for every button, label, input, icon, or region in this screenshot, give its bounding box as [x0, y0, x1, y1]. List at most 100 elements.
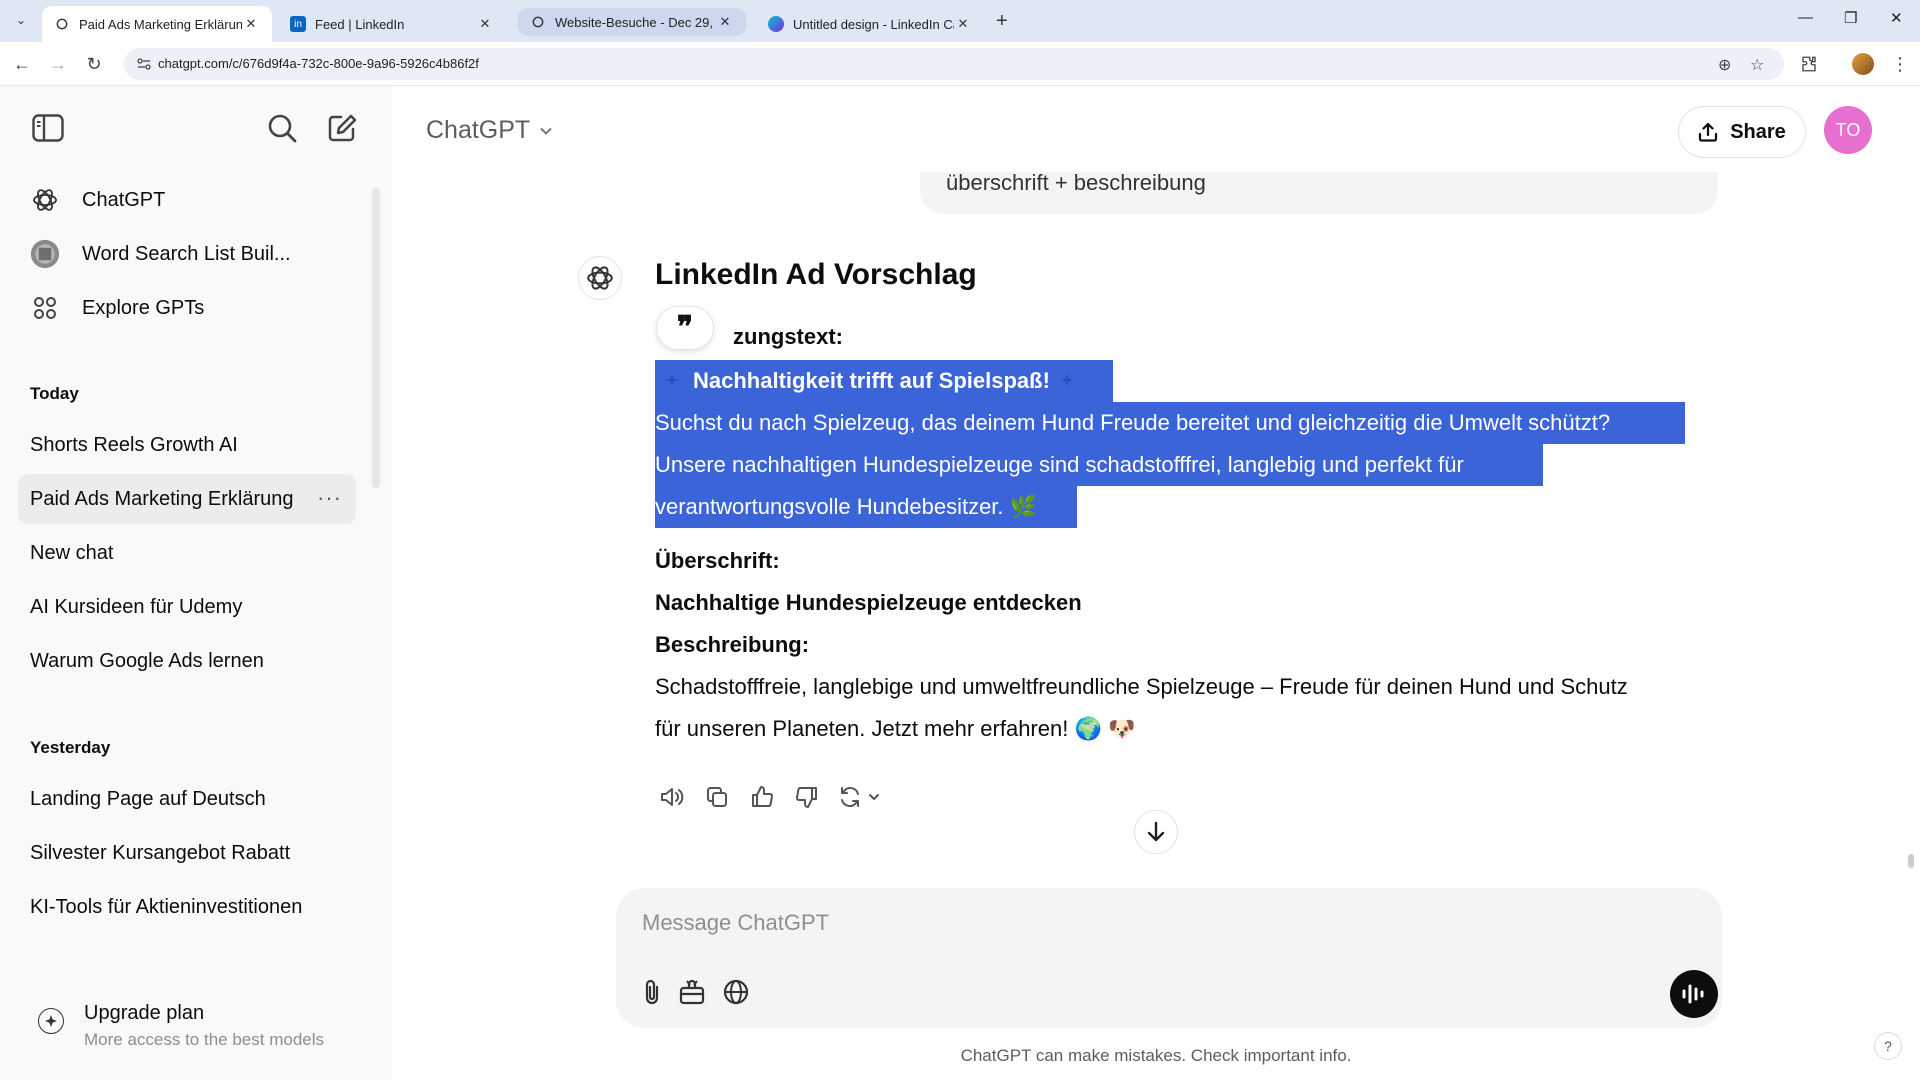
description-label: Beschreibung: — [655, 632, 810, 657]
headline-label: Überschrift: — [655, 548, 780, 573]
chevron-down-icon — [540, 127, 552, 135]
upgrade-subtitle: More access to the best models — [84, 1030, 325, 1049]
close-tab-icon[interactable]: ✕ — [242, 15, 260, 33]
assistant-avatar-icon — [578, 256, 622, 300]
tab-title: Feed | LinkedIn — [315, 16, 405, 32]
chat-title: Landing Page auf Deutsch — [30, 787, 266, 810]
sidebar-item-label: Explore GPTs — [82, 296, 205, 319]
chat-history-item[interactable]: Silvester Kursangebot Rabatt — [18, 828, 356, 878]
forward-arrow-icon[interactable]: → — [46, 52, 70, 76]
linkedin-favicon-icon: in — [290, 16, 306, 32]
gpt-avatar-icon — [30, 239, 60, 269]
regenerate-icon[interactable] — [836, 781, 888, 813]
chatgpt-favicon-icon — [54, 16, 70, 32]
tools-toolbox-icon[interactable] — [676, 976, 708, 1008]
tab-title: Paid Ads Marketing Erklärung — [79, 16, 242, 32]
sidebar-scrollbar[interactable] — [372, 188, 380, 488]
sparkles-emoji-icon — [1056, 370, 1078, 392]
model-name: ChatGPT — [426, 116, 531, 144]
scroll-to-bottom-button[interactable] — [1134, 810, 1178, 854]
close-tab-icon[interactable]: ✕ — [716, 13, 734, 31]
share-button[interactable]: Share — [1678, 106, 1806, 158]
browser-address-bar: ← → ↻ chatgpt.com/c/676d9f4a-732c-800e-9… — [0, 42, 1920, 86]
ad-heading: LinkedIn Ad Vorschlag — [655, 258, 977, 291]
url-omnibox[interactable]: chatgpt.com/c/676d9f4a-732c-800e-9a96-59… — [124, 48, 1784, 80]
message-actions — [656, 782, 901, 812]
reload-icon[interactable]: ↻ — [82, 52, 106, 76]
user-message-text: überschrift + beschreibung — [946, 170, 1206, 195]
sidebar-item-label: Word Search List Buil... — [82, 242, 291, 265]
close-tab-icon[interactable]: ✕ — [954, 15, 972, 33]
headline-value: Nachhaltige Hundespielzeuge entdecken — [655, 590, 1082, 615]
browser-tab-canva[interactable]: Untitled design - LinkedIn Carousel ✕ — [756, 6, 984, 42]
quote-reply-button[interactable]: ❞ — [656, 306, 714, 350]
message-composer[interactable]: Message ChatGPT — [616, 888, 1722, 1028]
browser-tab-website-besuche[interactable]: Website-Besuche - Dec 29, 2024 ✕ — [518, 8, 746, 36]
minimize-icon[interactable]: — — [1798, 9, 1813, 26]
chat-title: AI Kursideen für Udemy — [30, 595, 243, 618]
extensions-puzzle-icon[interactable] — [1797, 52, 1821, 76]
search-icon[interactable] — [266, 112, 298, 144]
chat-title: New chat — [30, 541, 114, 564]
bookmark-star-icon[interactable]: ☆ — [1750, 55, 1764, 75]
share-label: Share — [1730, 120, 1786, 143]
main-chat-area: überschrift + beschreibung ChatGPT Share… — [392, 86, 1920, 1080]
close-tab-icon[interactable]: ✕ — [476, 15, 494, 33]
selected-text-line: Suchst du nach Spielzeug, das deinem Hun… — [655, 402, 1685, 444]
zoom-icon[interactable]: ⊕ — [1718, 55, 1731, 75]
sidebar-item-word-search-gpt[interactable]: Word Search List Buil... — [20, 230, 356, 278]
upgrade-sparkle-icon — [38, 1008, 64, 1034]
new-chat-icon[interactable] — [326, 112, 358, 144]
description-text-line: für unseren Planeten. Jetzt mehr erfahre… — [655, 716, 1136, 741]
close-window-icon[interactable]: ✕ — [1890, 9, 1903, 27]
restore-icon[interactable]: ❐ — [1844, 9, 1857, 27]
voice-mode-button[interactable] — [1670, 970, 1718, 1018]
canva-favicon-icon — [768, 16, 784, 32]
sidebar-item-explore-gpts[interactable]: Explore GPTs — [20, 284, 356, 332]
section-heading-yesterday: Yesterday — [30, 738, 111, 757]
model-selector[interactable]: ChatGPT — [426, 116, 552, 145]
chat-history-item-active[interactable]: Paid Ads Marketing Erklärung ··· — [18, 474, 356, 524]
audio-waveform-icon — [1682, 984, 1704, 1004]
chatgpt-favicon-icon — [530, 14, 546, 30]
copy-icon[interactable] — [701, 781, 733, 813]
thumbs-up-icon[interactable] — [746, 781, 778, 813]
browser-profile-avatar[interactable] — [1852, 53, 1874, 75]
chat-history-item[interactable]: AI Kursideen für Udemy — [18, 582, 356, 632]
arrow-down-icon — [1147, 821, 1165, 842]
sidebar: ChatGPT Word Search List Buil... Explore… — [0, 86, 392, 1080]
chat-title: Shorts Reels Growth AI — [30, 433, 238, 456]
upgrade-title: Upgrade plan — [84, 1002, 205, 1024]
chat-history-item[interactable]: New chat — [18, 528, 356, 578]
share-upload-icon — [1699, 122, 1718, 142]
message-input-placeholder: Message ChatGPT — [642, 910, 830, 935]
chat-history-item[interactable]: KI-Tools für Aktieninvestitionen — [18, 882, 356, 932]
thumbs-down-icon[interactable] — [791, 781, 823, 813]
selected-text-line: Nachhaltigkeit trifft auf Spielspaß! — [655, 360, 1113, 402]
new-tab-plus-icon[interactable]: + — [996, 10, 1008, 33]
read-aloud-speaker-icon[interactable] — [656, 781, 688, 813]
tab-title: Untitled design - LinkedIn Carousel — [793, 16, 954, 32]
main-scrollbar[interactable] — [1908, 854, 1914, 868]
chat-history-item[interactable]: Warum Google Ads lernen — [18, 636, 356, 686]
chat-options-icon[interactable]: ··· — [317, 485, 342, 511]
browser-menu-icon[interactable]: ⋮ — [1888, 52, 1912, 76]
disclaimer-text: ChatGPT can make mistakes. Check importa… — [960, 1046, 1352, 1065]
web-search-globe-icon[interactable] — [720, 976, 752, 1008]
chat-history-item[interactable]: Shorts Reels Growth AI — [18, 420, 356, 470]
site-settings-icon[interactable] — [136, 56, 152, 72]
upgrade-plan-button[interactable]: Upgrade plan More access to the best mod… — [30, 998, 370, 1058]
back-arrow-icon[interactable]: ← — [10, 52, 34, 76]
ad-text-label: zungstext: — [733, 324, 843, 349]
toggle-sidebar-icon[interactable] — [32, 112, 64, 144]
chat-history-item[interactable]: Landing Page auf Deutsch — [18, 774, 356, 824]
browser-tab-chatgpt[interactable]: Paid Ads Marketing Erklärung ✕ — [42, 6, 272, 42]
tab-search-icon[interactable]: ⌄ — [10, 9, 32, 31]
sidebar-item-chatgpt[interactable]: ChatGPT — [20, 176, 356, 224]
chat-title: Warum Google Ads lernen — [30, 649, 264, 672]
user-avatar[interactable]: TO — [1824, 106, 1872, 154]
browser-tab-linkedin[interactable]: in Feed | LinkedIn ✕ — [278, 6, 506, 42]
help-question-icon[interactable]: ? — [1874, 1032, 1902, 1060]
attach-paperclip-icon[interactable] — [636, 976, 668, 1008]
browser-tab-bar: ⌄ Paid Ads Marketing Erklärung ✕ in Feed… — [0, 0, 1920, 42]
